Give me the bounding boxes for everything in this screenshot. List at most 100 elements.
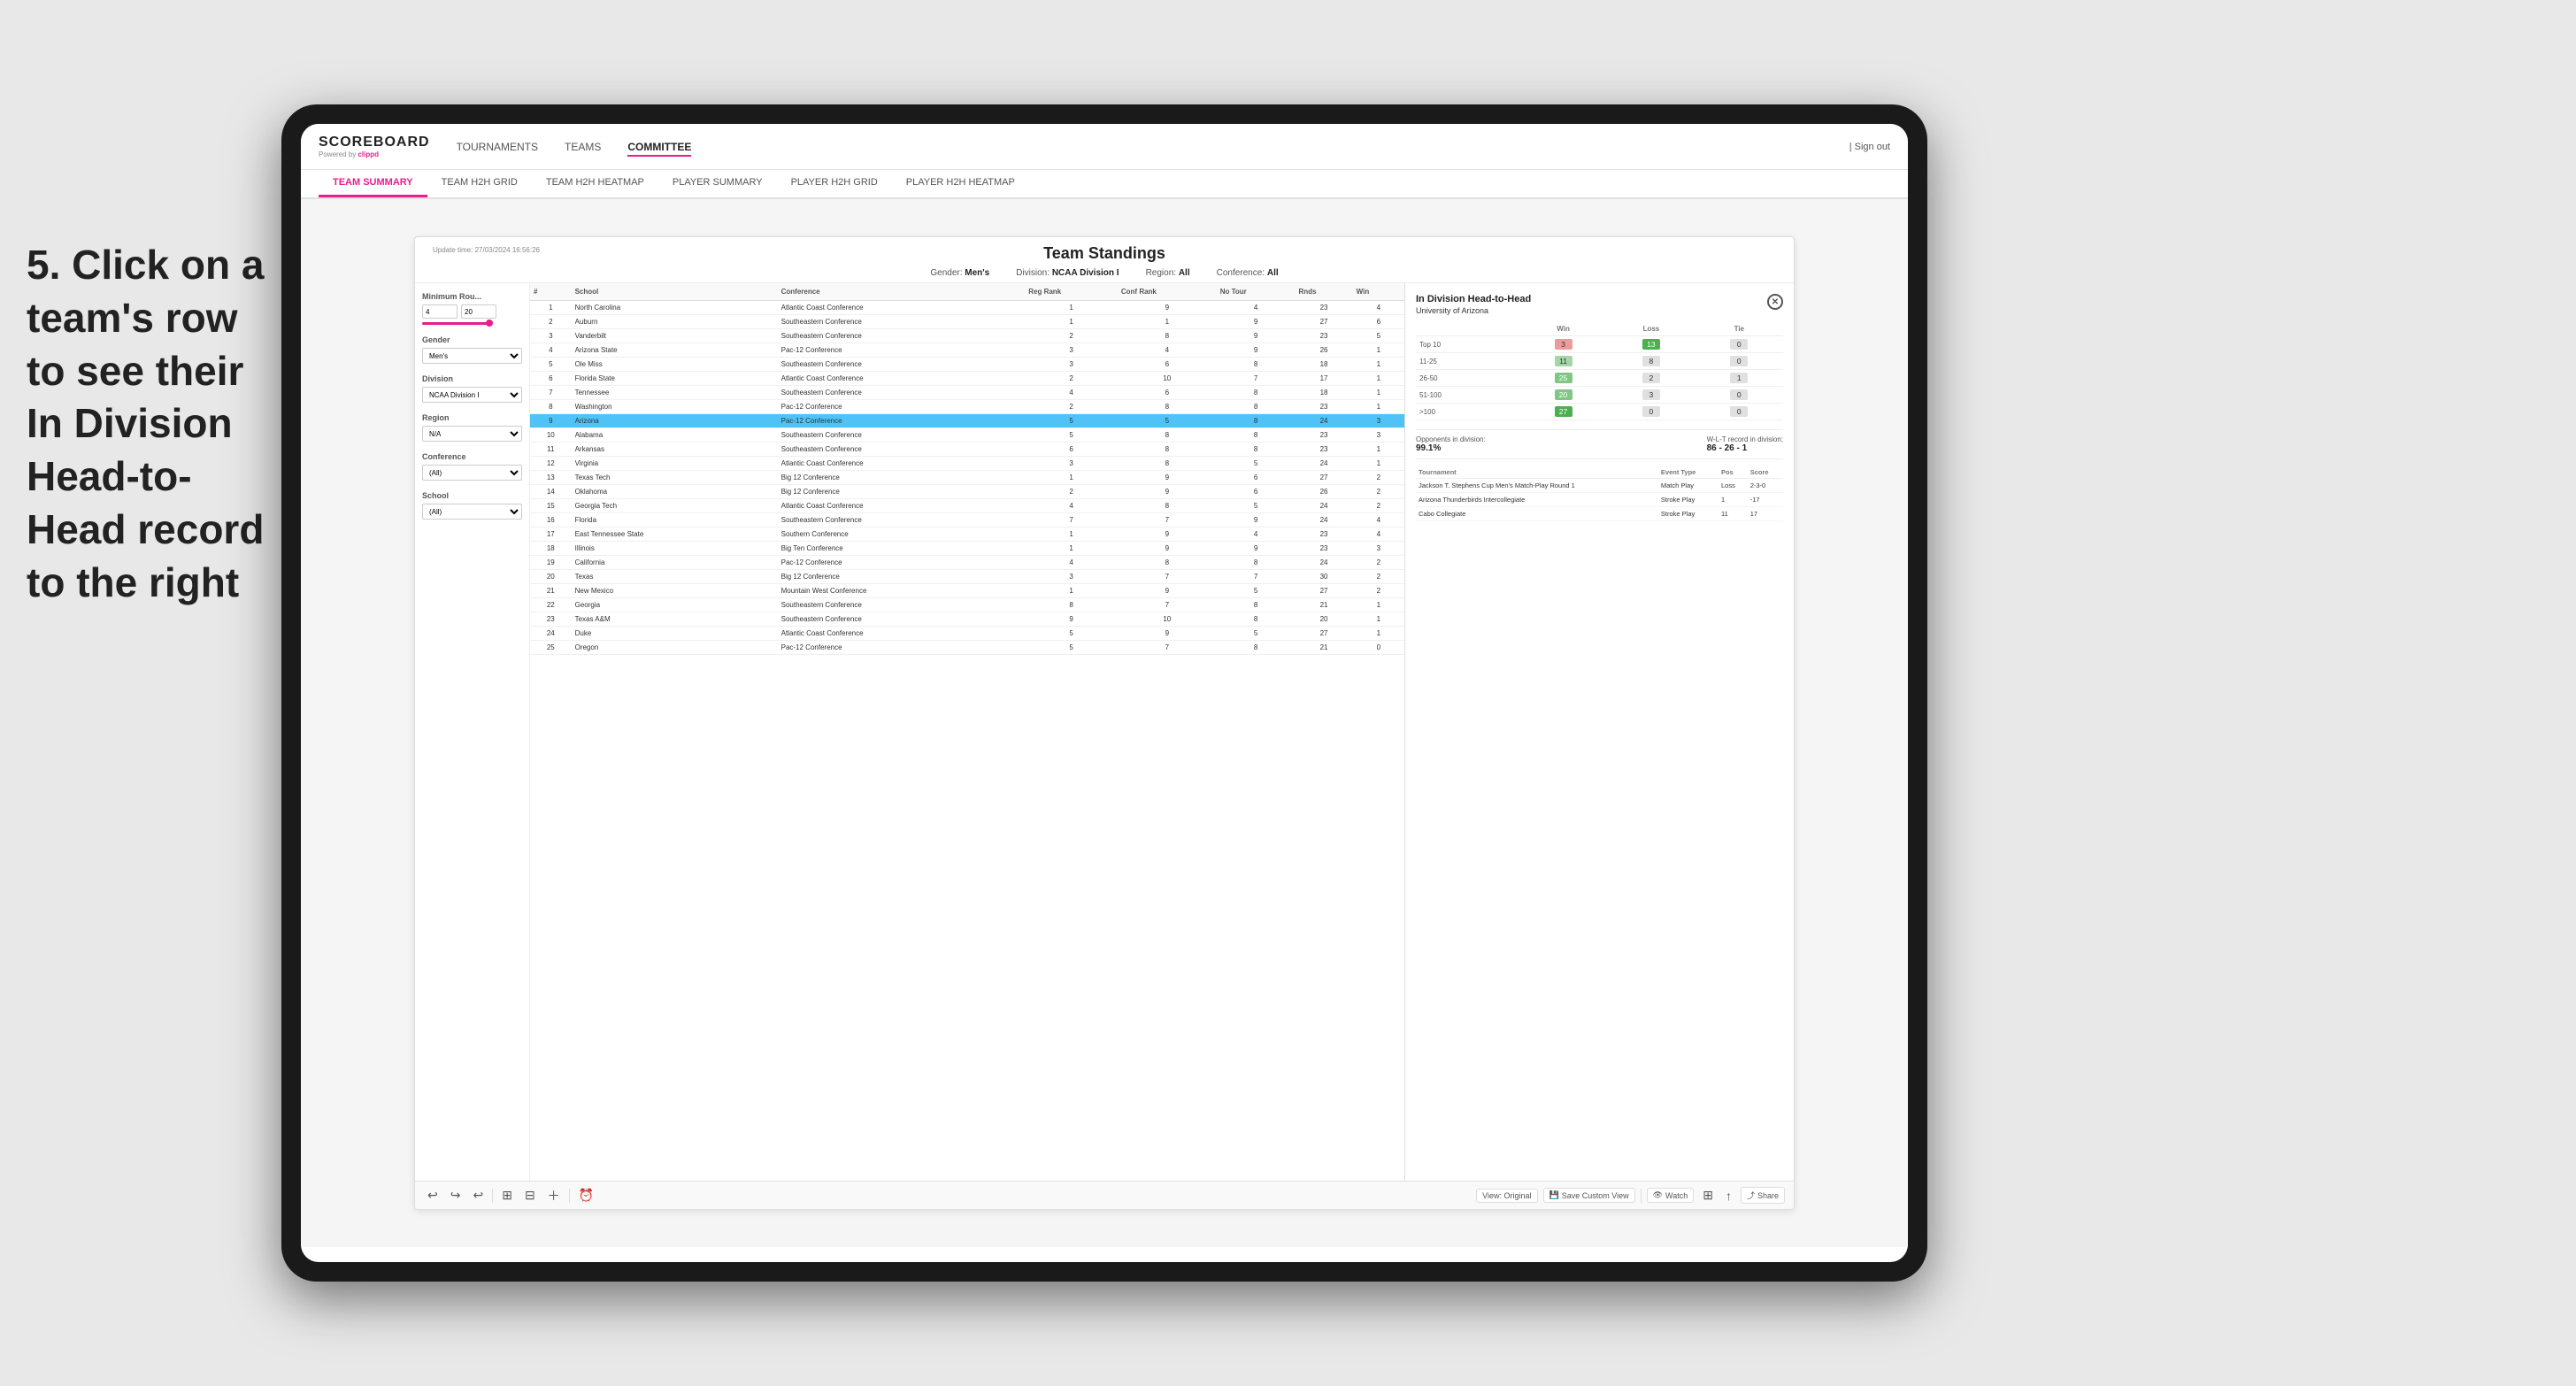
table-row[interactable]: 8 Washington Pac-12 Conference 2 8 8 23 … xyxy=(530,400,1404,414)
table-row[interactable]: 22 Georgia Southeastern Conference 8 7 8… xyxy=(530,598,1404,612)
max-rou-input[interactable] xyxy=(461,304,496,319)
grid-btn[interactable]: ⊞ xyxy=(1699,1186,1717,1205)
region-select[interactable]: N/A xyxy=(422,426,522,442)
sub-nav-team-h2h-heatmap[interactable]: TEAM H2H HEATMAP xyxy=(532,170,658,197)
rank-cell: 9 xyxy=(530,414,572,428)
conf-rank-cell: 10 xyxy=(1118,372,1217,386)
redo-btn2[interactable]: ↩ xyxy=(469,1186,487,1205)
school-cell: Oklahoma xyxy=(572,485,778,499)
rank-cell: 18 xyxy=(530,542,572,556)
share-btn[interactable]: ⤴ Share xyxy=(1741,1187,1785,1204)
h2h-row-51-100: 51-100 20 3 0 xyxy=(1416,387,1783,404)
paste-btn[interactable]: ⊟ xyxy=(521,1186,539,1205)
nav-committee[interactable]: COMMITTEE xyxy=(627,137,691,157)
panel-body: Minimum Rou... Gender Men's xyxy=(415,283,1794,1184)
table-row[interactable]: 25 Oregon Pac-12 Conference 5 7 8 21 0 xyxy=(530,641,1404,655)
no-tour-cell: 5 xyxy=(1217,627,1296,641)
conf-rank-cell: 9 xyxy=(1118,301,1217,315)
table-row[interactable]: 12 Virginia Atlantic Coast Conference 3 … xyxy=(530,457,1404,471)
opponents-value: 99.1% xyxy=(1416,443,1486,453)
save-custom-btn[interactable]: 💾 Save Custom View xyxy=(1543,1188,1635,1203)
redo-btn1[interactable]: ↪ xyxy=(447,1186,465,1205)
copy-btn[interactable]: ⊞ xyxy=(498,1186,516,1205)
gender-select[interactable]: Men's xyxy=(422,348,522,364)
rank-cell: 8 xyxy=(530,400,572,414)
table-row[interactable]: 3 Vanderbilt Southeastern Conference 2 8… xyxy=(530,329,1404,343)
save-custom-label: Save Custom View xyxy=(1562,1191,1629,1200)
nav-teams[interactable]: TEAMS xyxy=(565,137,601,157)
table-row[interactable]: 14 Oklahoma Big 12 Conference 2 9 6 26 2 xyxy=(530,485,1404,499)
table-row[interactable]: 10 Alabama Southeastern Conference 5 8 8… xyxy=(530,428,1404,443)
table-row[interactable]: 1 North Carolina Atlantic Coast Conferen… xyxy=(530,301,1404,315)
h2h-loss-100plus: 0 xyxy=(1607,404,1695,420)
school-cell: Arkansas xyxy=(572,443,778,457)
conf-cell: Southeastern Conference xyxy=(778,598,1026,612)
rnds-cell: 23 xyxy=(1295,400,1352,414)
table-row[interactable]: 20 Texas Big 12 Conference 3 7 7 30 2 xyxy=(530,570,1404,584)
clock-btn[interactable]: ⏰ xyxy=(575,1186,597,1205)
sign-out[interactable]: | Sign out xyxy=(1849,142,1890,152)
win-cell: 1 xyxy=(1353,343,1404,358)
table-row[interactable]: 16 Florida Southeastern Conference 7 7 9… xyxy=(530,513,1404,527)
nav-tournaments[interactable]: TOURNAMENTS xyxy=(457,137,538,157)
table-row[interactable]: 13 Texas Tech Big 12 Conference 1 9 6 27… xyxy=(530,471,1404,485)
table-row[interactable]: 6 Florida State Atlantic Coast Conferenc… xyxy=(530,372,1404,386)
division-select[interactable]: NCAA Division I xyxy=(422,387,522,403)
rnds-cell: 23 xyxy=(1295,542,1352,556)
school-select[interactable]: (All) xyxy=(422,504,522,520)
watch-btn[interactable]: 👁 Watch xyxy=(1647,1188,1695,1203)
sub-nav-team-h2h-grid[interactable]: TEAM H2H GRID xyxy=(427,170,532,197)
no-tour-cell: 7 xyxy=(1217,570,1296,584)
sub-nav-player-summary[interactable]: PLAYER SUMMARY xyxy=(658,170,777,197)
reg-rank-cell: 1 xyxy=(1025,527,1118,542)
table-row[interactable]: 21 New Mexico Mountain West Conference 1… xyxy=(530,584,1404,598)
add-btn[interactable]: ＋ xyxy=(544,1185,564,1206)
h2h-loss-top10: 13 xyxy=(1607,336,1695,353)
export-btn[interactable]: ↑ xyxy=(1722,1187,1735,1205)
filter-slider[interactable] xyxy=(422,322,493,325)
school-cell: Duke xyxy=(572,627,778,641)
school-cell: Washington xyxy=(572,400,778,414)
table-row[interactable]: 11 Arkansas Southeastern Conference 6 8 … xyxy=(530,443,1404,457)
conf-cell: Southeastern Conference xyxy=(778,443,1026,457)
no-tour-cell: 9 xyxy=(1217,542,1296,556)
min-rou-input[interactable] xyxy=(422,304,458,319)
table-row[interactable]: 19 California Pac-12 Conference 4 8 8 24… xyxy=(530,556,1404,570)
table-row[interactable]: 17 East Tennessee State Southern Confere… xyxy=(530,527,1404,542)
school-cell: California xyxy=(572,556,778,570)
table-row[interactable]: 2 Auburn Southeastern Conference 1 1 9 2… xyxy=(530,315,1404,329)
table-row[interactable]: 15 Georgia Tech Atlantic Coast Conferenc… xyxy=(530,499,1404,513)
h2h-close-button[interactable]: ✕ xyxy=(1767,294,1783,310)
th-reg-rank: Reg Rank xyxy=(1025,283,1118,301)
h2h-row-top10: Top 10 3 13 0 xyxy=(1416,336,1783,353)
reg-rank-cell: 1 xyxy=(1025,315,1118,329)
win-cell: 2 xyxy=(1353,471,1404,485)
panel-header: Update time: 27/03/2024 16:56:26 Team St… xyxy=(415,237,1794,283)
table-row[interactable]: 4 Arizona State Pac-12 Conference 3 4 9 … xyxy=(530,343,1404,358)
sub-nav-player-h2h-heatmap[interactable]: PLAYER H2H HEATMAP xyxy=(892,170,1029,197)
sub-nav-player-h2h-grid[interactable]: PLAYER H2H GRID xyxy=(777,170,892,197)
view-original-btn[interactable]: View: Original xyxy=(1476,1189,1537,1203)
table-row[interactable]: 24 Duke Atlantic Coast Conference 5 9 5 … xyxy=(530,627,1404,641)
undo-btn[interactable]: ↩ xyxy=(424,1186,442,1205)
gender-filter-sidebar: Gender Men's xyxy=(422,335,522,364)
th-school: School xyxy=(572,283,778,301)
school-cell: Texas Tech xyxy=(572,471,778,485)
rank-cell: 22 xyxy=(530,598,572,612)
h2h-title-area: In Division Head-to-Head University of A… xyxy=(1416,294,1531,315)
win-cell: 4 xyxy=(1353,301,1404,315)
win-cell: 1 xyxy=(1353,400,1404,414)
sub-nav-team-summary[interactable]: TEAM SUMMARY xyxy=(319,170,427,197)
opponents-section: Opponents in division: 99.1% W-L-T recor… xyxy=(1416,429,1783,459)
brand-name: clippd xyxy=(358,150,379,158)
conf-cell: Atlantic Coast Conference xyxy=(778,372,1026,386)
school-cell: Vanderbilt xyxy=(572,329,778,343)
conference-select[interactable]: (All) xyxy=(422,465,522,481)
table-row[interactable]: 5 Ole Miss Southeastern Conference 3 6 8… xyxy=(530,358,1404,372)
tournament-name: Cabo Collegiate xyxy=(1416,507,1658,521)
table-row[interactable]: 9 Arizona Pac-12 Conference 5 5 8 24 3 xyxy=(530,414,1404,428)
table-row[interactable]: 23 Texas A&M Southeastern Conference 9 1… xyxy=(530,612,1404,627)
table-row[interactable]: 7 Tennessee Southeastern Conference 4 6 … xyxy=(530,386,1404,400)
table-row[interactable]: 18 Illinois Big Ten Conference 1 9 9 23 … xyxy=(530,542,1404,556)
tournament-pos: 1 xyxy=(1719,493,1748,507)
